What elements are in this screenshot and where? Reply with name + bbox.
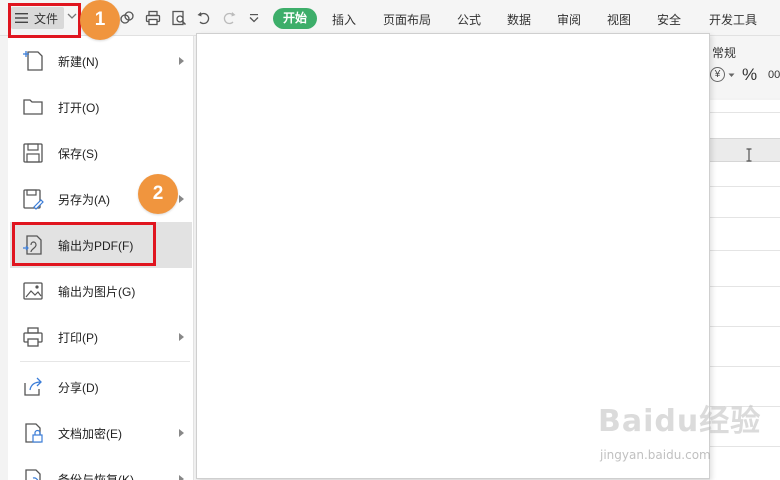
encrypt-icon <box>25 423 43 443</box>
grid-line <box>710 112 780 113</box>
print-preview-icon[interactable] <box>170 9 188 27</box>
submenu-arrow-icon <box>179 195 184 203</box>
file-menu-button[interactable]: 文件 <box>11 7 64 29</box>
grid-line <box>710 250 780 251</box>
menu-item-label: 备份与恢复(K) <box>58 472 134 480</box>
number-format-label: 常规 <box>712 46 737 60</box>
menu-item-save[interactable]: 保存(S) <box>10 130 192 176</box>
tab-security[interactable]: 安全 <box>657 11 681 28</box>
menu-item-label: 新建(N) <box>58 54 99 69</box>
new-file-icon <box>23 51 43 71</box>
menu-item-label: 打开(O) <box>58 100 100 115</box>
cloud-icon[interactable] <box>118 9 136 27</box>
menu-item-backup[interactable]: 备份与恢复(K) <box>10 456 192 480</box>
tab-formulas[interactable]: 公式 <box>457 11 481 28</box>
file-menu: 新建(N) 打开(O) 保存(S) 另存为(A) 输出为PDF(F) 输出为图片… <box>8 36 194 480</box>
column-header-row <box>710 138 780 162</box>
tab-developer[interactable]: 开发工具 <box>709 11 757 28</box>
submenu-arrow-icon <box>179 333 184 341</box>
save-icon <box>23 143 43 163</box>
step-badge: 2 <box>138 174 178 214</box>
print-icon[interactable] <box>144 9 162 27</box>
submenu-arrow-icon <box>179 475 184 480</box>
menu-item-label: 另存为(A) <box>58 192 110 207</box>
grid-line <box>710 446 780 447</box>
menu-item-label: 保存(S) <box>58 146 98 161</box>
tab-review[interactable]: 审阅 <box>557 11 581 28</box>
menu-item-share[interactable]: 分享(D) <box>10 364 192 410</box>
tab-data[interactable]: 数据 <box>507 11 531 28</box>
menu-item-label: 输出为图片(G) <box>58 284 136 299</box>
redo-icon[interactable] <box>220 9 238 27</box>
print-icon <box>23 327 43 347</box>
folder-open-icon <box>23 99 43 115</box>
menu-item-encrypt[interactable]: 文档加密(E) <box>10 410 192 456</box>
menu-item-export-pdf[interactable]: 输出为PDF(F) <box>10 222 192 268</box>
menu-icon <box>15 13 28 23</box>
tab-home[interactable]: 开始 <box>273 8 317 29</box>
grid-line <box>710 186 780 187</box>
currency-icon[interactable]: ¥ <box>710 67 725 82</box>
text-cursor-icon <box>746 148 752 162</box>
thousands-separator-button[interactable]: 000 <box>768 69 780 81</box>
tab-page-layout[interactable]: 页面布局 <box>383 11 431 28</box>
grid-line <box>710 406 780 407</box>
submenu-arrow-icon <box>179 429 184 437</box>
submenu-arrow-icon <box>179 57 184 65</box>
currency-dropdown-icon[interactable] <box>728 73 735 78</box>
menu-item-new[interactable]: 新建(N) <box>10 38 192 84</box>
backup-icon <box>25 469 41 480</box>
menu-item-print[interactable]: 打印(P) <box>10 314 192 360</box>
customize-dropdown-icon[interactable] <box>245 9 263 27</box>
menu-item-export-image[interactable]: 输出为图片(G) <box>10 268 192 314</box>
export-pdf-icon <box>23 235 42 255</box>
save-as-icon <box>23 189 44 210</box>
tab-view[interactable]: 视图 <box>607 11 631 28</box>
grid-line <box>710 366 780 367</box>
chevron-down-icon[interactable] <box>67 12 77 20</box>
tab-insert[interactable]: 插入 <box>332 11 356 28</box>
ribbon-number-format: 常规 ¥ % 000 <box>710 36 780 98</box>
grid-line <box>710 217 780 218</box>
menu-item-label: 输出为PDF(F) <box>58 238 134 253</box>
menu-item-label: 打印(P) <box>58 330 98 345</box>
grid-line <box>710 286 780 287</box>
undo-icon[interactable] <box>195 9 213 27</box>
export-image-icon <box>23 282 43 300</box>
menu-divider <box>20 361 190 362</box>
file-menu-label: 文件 <box>34 11 59 26</box>
submenu-panel <box>196 33 710 479</box>
menu-item-label: 分享(D) <box>58 380 99 395</box>
share-icon <box>24 377 42 396</box>
spreadsheet-grid[interactable] <box>710 100 780 480</box>
percent-button[interactable]: % <box>742 65 757 85</box>
menu-item-open[interactable]: 打开(O) <box>10 84 192 130</box>
grid-line <box>710 326 780 327</box>
step-badge: 1 <box>80 0 120 40</box>
menu-item-label: 文档加密(E) <box>58 426 122 441</box>
